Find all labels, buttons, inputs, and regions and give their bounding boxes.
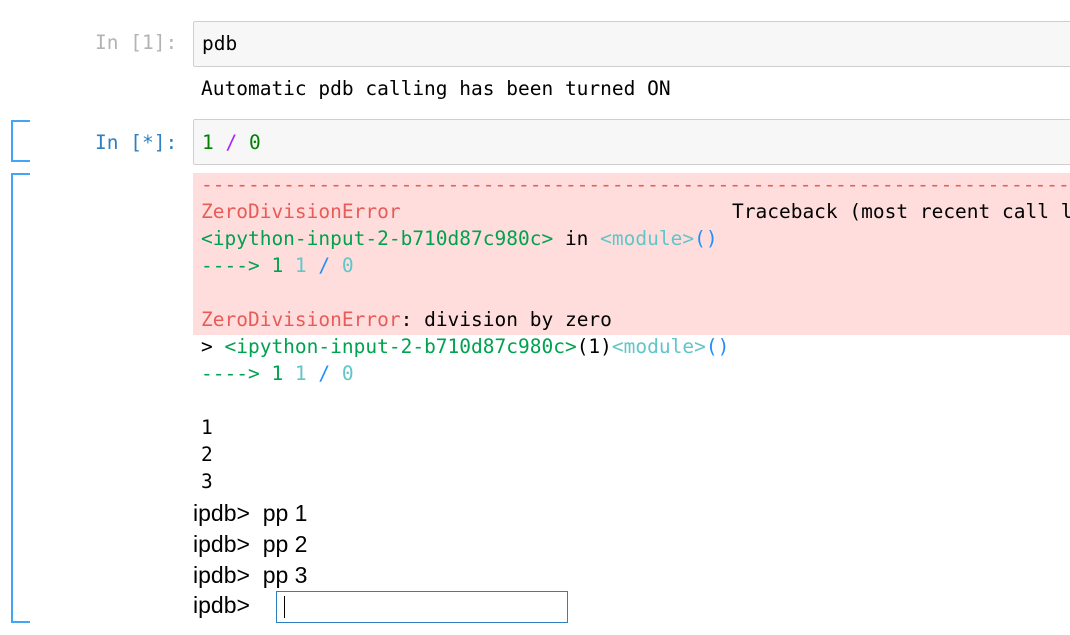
code-number: 0 xyxy=(249,131,261,154)
printed-value: 3 xyxy=(201,470,213,493)
arrow-code-num: 1 xyxy=(294,254,307,277)
cell1-input-area[interactable]: pdb xyxy=(193,21,1070,67)
traceback-header-line: ZeroDivisionError Traceback (most recent … xyxy=(201,200,1070,227)
arrow: ----> 1 xyxy=(201,362,295,385)
input-ref: <ipython-input-2-b710d87c980c> xyxy=(224,335,577,358)
printed-value: 1 xyxy=(201,416,213,439)
cell1-code: pdb xyxy=(202,32,238,55)
cell1-output: Automatic pdb calling has been turned ON xyxy=(201,77,671,100)
ipdb-prompt: ipdb> xyxy=(193,592,250,618)
code-number: 1 xyxy=(202,131,214,154)
traceback-label: Traceback (most recent call last) xyxy=(732,200,1070,223)
cell2-input-area[interactable]: 1 / 0 xyxy=(193,119,1070,165)
ipdb-history-line: ipdb> pp 3 xyxy=(193,562,308,588)
debug-location-line: > <ipython-input-2-b710d87c980c>(1)<modu… xyxy=(201,335,729,362)
error-message: : division by zero xyxy=(400,308,612,331)
in-word: in xyxy=(553,227,601,250)
printed-value: 2 xyxy=(201,443,213,466)
arrow-code-num: 0 xyxy=(341,254,354,277)
text-caret xyxy=(284,596,285,618)
parens: () xyxy=(705,335,730,358)
arrow-code-num: 0 xyxy=(341,362,354,385)
traceback-arrow-line: ----> 1 1 / 0 xyxy=(201,254,354,281)
ipdb-history-line: ipdb> pp 2 xyxy=(193,531,308,557)
input-ref: <ipython-input-2-b710d87c980c> xyxy=(201,227,554,250)
parens: () xyxy=(694,227,718,250)
arrow-code-op: / xyxy=(306,362,342,385)
cell-selection-bracket-output xyxy=(11,173,30,623)
debug-arrow-line: ----> 1 1 / 0 xyxy=(201,362,354,389)
error-name: ZeroDivisionError xyxy=(201,200,401,223)
arrow-code-num: 1 xyxy=(294,362,307,385)
arrow: ----> 1 xyxy=(201,254,295,277)
debug-marker: > xyxy=(201,335,225,358)
line-number: (1) xyxy=(576,335,612,358)
cell-selection-bracket-input xyxy=(11,120,30,162)
arrow-code-op: / xyxy=(306,254,342,277)
cell2-code: 1 / 0 xyxy=(202,131,261,154)
module-name: <module> xyxy=(600,227,695,250)
error-name: ZeroDivisionError xyxy=(201,308,401,331)
code-operator: / xyxy=(225,131,238,154)
cell2-prompt: In [*]: xyxy=(95,131,178,154)
traceback-location-line: <ipython-input-2-b710d87c980c> in <modul… xyxy=(201,227,718,254)
ipdb-input-field[interactable] xyxy=(276,591,568,623)
error-message-line: ZeroDivisionError: division by zero xyxy=(201,308,612,335)
module-name: <module> xyxy=(611,335,706,358)
ipdb-history-line: ipdb> pp 1 xyxy=(193,500,308,526)
traceback-dashes: ----------------------------------------… xyxy=(201,173,1070,196)
cell1-prompt: In [1]: xyxy=(95,31,178,54)
